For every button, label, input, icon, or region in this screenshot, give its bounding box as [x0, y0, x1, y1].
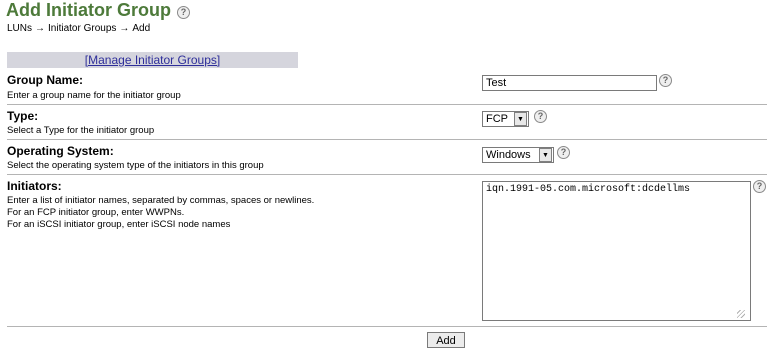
manage-bar: [Manage Initiator Groups] — [7, 52, 298, 68]
group-name-description: Enter a group name for the initiator gro… — [7, 90, 181, 101]
initiators-description-line: Enter a list of initiator names, separat… — [7, 195, 315, 206]
type-select-value: FCP — [486, 113, 508, 125]
initiators-textarea[interactable]: iqn.1991-05.com.microsoft:dcdellms — [482, 181, 751, 321]
chevron-down-icon[interactable]: ▼ — [514, 112, 527, 126]
help-icon[interactable]: ? — [557, 146, 570, 159]
help-icon[interactable]: ? — [659, 74, 672, 87]
page-title: Add Initiator Group ? — [6, 0, 190, 21]
chevron-down-icon[interactable]: ▼ — [539, 148, 552, 162]
group-name-label: Group Name: — [7, 73, 84, 87]
breadcrumb-item-add: Add — [132, 23, 151, 34]
page-title-text: Add Initiator Group — [6, 0, 171, 20]
divider — [7, 174, 767, 175]
os-select[interactable]: Windows ▼ — [482, 147, 554, 163]
type-select[interactable]: FCP ▼ — [482, 111, 529, 127]
help-icon[interactable]: ? — [753, 180, 766, 193]
resize-grip-icon[interactable] — [737, 310, 745, 318]
initiators-description-line: For an FCP initiator group, enter WWPNs. — [7, 207, 185, 218]
help-icon[interactable]: ? — [176, 5, 190, 19]
divider — [7, 104, 767, 105]
os-description: Select the operating system type of the … — [7, 160, 264, 171]
type-description: Select a Type for the initiator group — [7, 125, 155, 136]
help-icon[interactable]: ? — [534, 110, 547, 123]
os-label: Operating System: — [7, 144, 114, 158]
group-name-input[interactable] — [482, 75, 657, 91]
breadcrumb-item-initiator-groups[interactable]: Initiator Groups — [48, 23, 116, 34]
breadcrumb-item-luns[interactable]: LUNs — [7, 23, 32, 34]
manage-initiator-groups-link[interactable]: [Manage Initiator Groups] — [85, 53, 220, 67]
initiators-description-line: For an iSCSI initiator group, enter iSCS… — [7, 219, 231, 230]
breadcrumb-arrow-icon: → — [35, 23, 46, 34]
initiators-label: Initiators: — [7, 179, 62, 193]
breadcrumb: LUNs → Initiator Groups → Add — [7, 23, 150, 34]
divider — [7, 139, 767, 140]
os-select-value: Windows — [486, 149, 531, 161]
breadcrumb-arrow-icon: → — [119, 23, 130, 34]
divider — [7, 326, 767, 327]
type-label: Type: — [7, 109, 39, 123]
add-button[interactable]: Add — [427, 332, 465, 348]
